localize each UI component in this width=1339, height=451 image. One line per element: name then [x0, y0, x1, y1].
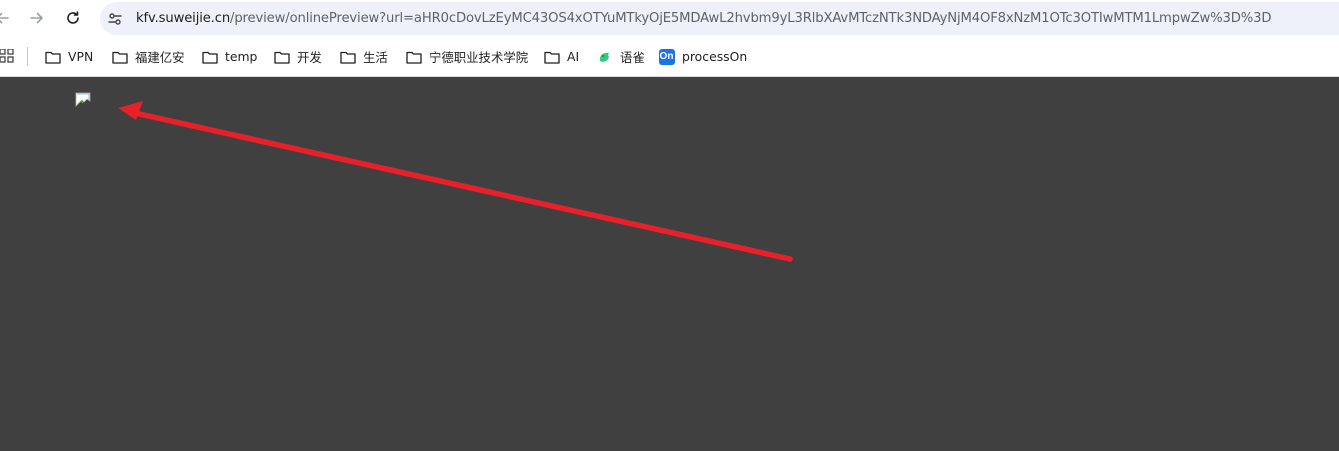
arrow-shaft — [132, 110, 793, 262]
forward-button[interactable] — [25, 6, 49, 30]
red-annotation-arrow — [118, 101, 793, 262]
bookmark-fujian-yian[interactable]: 福建亿安 — [111, 37, 185, 76]
tune-icon — [108, 13, 122, 25]
bookmark-label: 宁德职业技术学院 — [429, 49, 529, 65]
bookmark-label: AI — [567, 49, 580, 64]
folder-icon — [201, 48, 218, 65]
bookmark-life[interactable]: 生活 — [339, 37, 388, 76]
bookmark-yuque[interactable]: 语雀 — [596, 37, 645, 76]
reload-button[interactable] — [61, 6, 85, 30]
arrow-head — [118, 101, 143, 120]
browser-toolbar: kfv.suweijie.cn/preview/onlinePreview?ur… — [0, 0, 1339, 37]
forward-arrow-icon — [30, 12, 43, 24]
bookmark-ningde-college[interactable]: 宁德职业技术学院 — [405, 37, 528, 76]
folder-icon — [44, 48, 61, 65]
url-host: kfv.suweijie.cn — [136, 11, 231, 26]
bookmark-label: processOn — [682, 49, 748, 64]
bookmark-processon[interactable]: On processOn — [658, 37, 747, 76]
bookmarks-divider — [27, 47, 28, 66]
bookmark-label: 开发 — [297, 49, 322, 65]
site-info-button[interactable] — [106, 10, 124, 28]
browser-window: kfv.suweijie.cn/preview/onlinePreview?ur… — [0, 0, 1339, 451]
folder-icon — [405, 48, 422, 65]
yuque-icon — [596, 48, 613, 65]
back-button[interactable] — [0, 6, 14, 30]
bookmark-temp[interactable]: temp — [201, 37, 257, 76]
folder-icon — [273, 48, 290, 65]
bookmark-dev[interactable]: 开发 — [273, 37, 322, 76]
url-path: /preview/onlinePreview?url=aHR0cDovLzEyM… — [230, 11, 1272, 26]
bookmark-ai[interactable]: AI — [543, 37, 579, 76]
processon-icon: On — [658, 48, 675, 65]
folder-icon — [111, 48, 128, 65]
folder-icon — [339, 48, 356, 65]
apps-grid-icon[interactable] — [0, 49, 14, 63]
bookmark-label: 语雀 — [620, 49, 645, 65]
page-content — [0, 77, 1339, 451]
back-arrow-icon — [0, 12, 9, 24]
bookmark-label: temp — [225, 49, 258, 64]
bookmark-vpn[interactable]: VPN — [44, 37, 93, 76]
bookmark-label: VPN — [68, 49, 94, 64]
address-bar[interactable]: kfv.suweijie.cn/preview/onlinePreview?ur… — [100, 2, 1339, 35]
url-text[interactable]: kfv.suweijie.cn/preview/onlinePreview?ur… — [136, 10, 1272, 27]
folder-icon — [543, 48, 560, 65]
bookmark-label: 福建亿安 — [135, 49, 185, 65]
reload-icon — [67, 11, 79, 24]
bookmark-label: 生活 — [363, 49, 388, 65]
processon-badge: On — [658, 48, 675, 65]
bookmarks-bar: VPN 福建亿安 temp 开发 生活 宁德职业技术学院 AI 语雀 On pr… — [0, 37, 1339, 77]
